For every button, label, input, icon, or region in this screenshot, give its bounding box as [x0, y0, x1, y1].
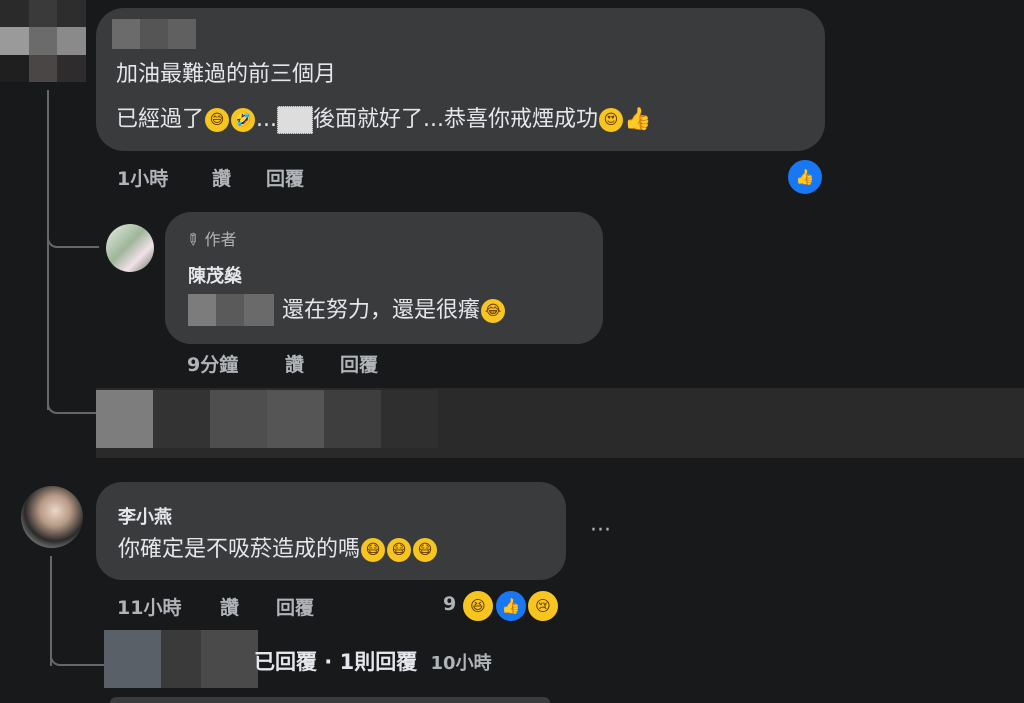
redacted-replier-avatar — [104, 630, 258, 688]
sad-reaction-icon[interactable]: 😢 — [526, 589, 560, 623]
comment-text-content: 你確定是不吸菸造成的嗎 — [118, 537, 361, 562]
comment-text-part: 已經過了 — [116, 107, 205, 132]
reply-connector — [50, 640, 106, 666]
author-badge: ✎ 作者 — [181, 226, 237, 251]
reply-time[interactable]: 9分鐘 — [187, 350, 238, 377]
reply-like-button[interactable]: 讚 — [285, 350, 304, 377]
haha-reaction-icon[interactable]: 😆 — [461, 589, 495, 623]
more-options-button[interactable]: ··· — [590, 518, 611, 543]
reply-text: 還在努力，還是很癢 😂 — [282, 294, 506, 328]
comment-text: 你確定是不吸菸造成的嗎 😷 😷 😷 — [118, 533, 438, 567]
reply-connector — [47, 390, 99, 414]
like-reaction-icon[interactable]: 👍 — [786, 158, 824, 196]
redacted-mention — [188, 294, 274, 326]
rofl-emoji-icon: 🤣 — [231, 108, 256, 132]
tears-of-joy-emoji-icon: 😂 — [481, 299, 506, 323]
thread-line — [47, 90, 49, 410]
next-comment-edge — [110, 697, 550, 703]
like-button[interactable]: 讚 — [220, 593, 239, 620]
replies-summary[interactable]: 已回覆 · 1則回覆 — [254, 650, 417, 674]
comment-text-line1: 加油最難過的前三個月 — [116, 62, 337, 87]
view-replies-link[interactable]: 已回覆 · 1則回覆 10小時 — [254, 646, 492, 676]
redacted-avatar — [0, 0, 86, 82]
blowing-nose-emoji-icon: 😷 — [387, 538, 412, 562]
reply-button[interactable]: 回覆 — [276, 593, 314, 620]
comment-time[interactable]: 1小時 — [117, 164, 168, 191]
redacted-name — [112, 19, 196, 49]
comment-text-part: ... — [256, 107, 277, 132]
thumbs-up-emoji-icon: 👍 — [623, 107, 652, 132]
reply-button[interactable]: 回覆 — [266, 164, 304, 191]
reply-author-name[interactable]: 陳茂燊 — [188, 262, 242, 288]
author-avatar — [106, 224, 154, 272]
grinning-sweat-emoji-icon: 😅 — [205, 108, 230, 132]
comment-text-line2: 已經過了 😅 🤣... 後面就好了...恭喜你戒煙成功 😍 👍 — [116, 103, 651, 137]
commenter-avatar — [21, 486, 83, 548]
reply-text-content: 還在努力，還是很癢 — [282, 298, 481, 323]
replies-time: 10小時 — [430, 653, 492, 674]
blowing-nose-emoji-icon: 😷 — [361, 538, 386, 562]
comment-time[interactable]: 11小時 — [117, 593, 181, 620]
blowing-nose-emoji-icon: 😷 — [413, 538, 438, 562]
comment-text-part: 後面就好了...恭喜你戒煙成功 — [313, 107, 598, 132]
heart-eyes-emoji-icon: 😍 — [598, 108, 623, 132]
commenter-name[interactable]: 李小燕 — [118, 503, 172, 529]
like-reaction-icon[interactable]: 👍 — [494, 589, 528, 623]
reaction-count[interactable]: 9 — [443, 593, 456, 615]
reply-reply-button[interactable]: 回覆 — [340, 350, 378, 377]
redacted-inline — [277, 106, 313, 134]
author-badge-label: 作者 — [204, 230, 237, 249]
like-button[interactable]: 讚 — [212, 164, 231, 191]
reply-connector — [47, 220, 99, 248]
redacted-reply-input — [96, 390, 438, 448]
